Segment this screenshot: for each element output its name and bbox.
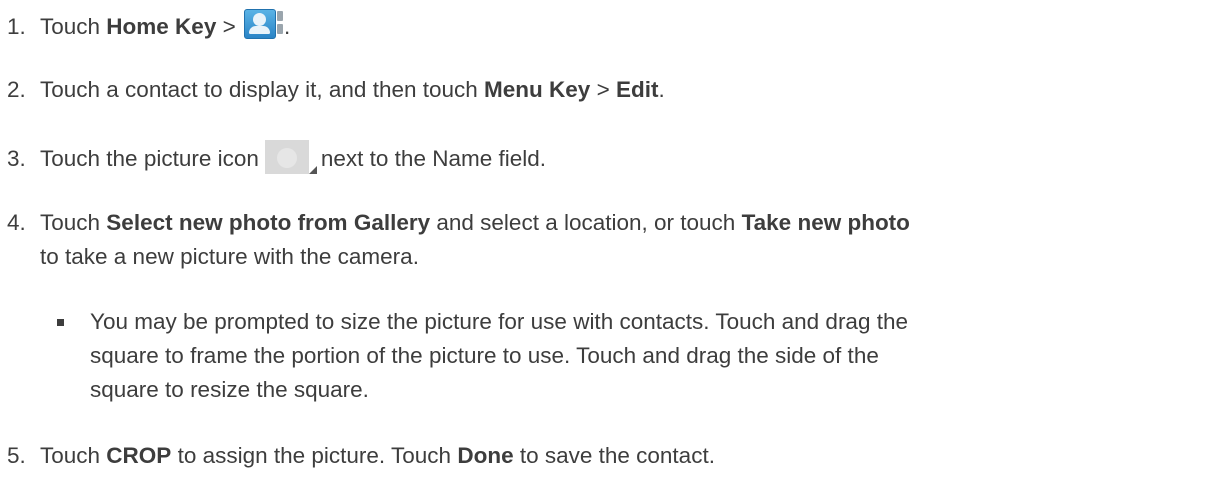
home-key-label: Home Key bbox=[106, 14, 217, 39]
step-number: 2. bbox=[7, 77, 26, 102]
step-text: Touch bbox=[40, 210, 107, 235]
bullet-square-icon bbox=[57, 319, 64, 326]
step-text: . bbox=[658, 77, 665, 102]
crop-label: CROP bbox=[106, 443, 172, 468]
step-number: 3. bbox=[7, 146, 26, 171]
step-number: 1. bbox=[7, 14, 26, 39]
done-label: Done bbox=[457, 443, 514, 468]
step-number: 5. bbox=[7, 443, 26, 468]
bullet-line: square to resize the square. bbox=[90, 377, 369, 402]
take-photo-label: Take new photo bbox=[741, 210, 910, 235]
step-number: 4. bbox=[7, 210, 26, 235]
step-text: > bbox=[590, 77, 616, 102]
instructions-page: 1. Touch Home Key > . 2. Touch a contact t… bbox=[0, 0, 1207, 502]
step-text: Touch a contact to display it, and then … bbox=[40, 77, 485, 102]
step-text: and select a location, or touch bbox=[430, 210, 742, 235]
step-text: to save the contact. bbox=[513, 443, 715, 468]
contact-picture-icon bbox=[264, 140, 317, 174]
edit-label: Edit bbox=[615, 77, 659, 102]
step-5: 5. Touch CROP to assign the picture. Touc… bbox=[7, 439, 1202, 473]
select-gallery-label: Select new photo from Gallery bbox=[106, 210, 431, 235]
step-text: . bbox=[284, 14, 291, 39]
step-text: > bbox=[216, 14, 242, 39]
bullet-line: square to frame the portion of the pictu… bbox=[90, 343, 879, 368]
step-text: Touch bbox=[40, 14, 107, 39]
step-text: to assign the picture. Touch bbox=[171, 443, 458, 468]
step-text: next to the Name field. bbox=[320, 146, 547, 171]
step-2: 2. Touch a contact to display it, and the… bbox=[7, 73, 1202, 107]
bullet-line: You may be prompted to size the picture … bbox=[90, 309, 908, 334]
step-text: Touch bbox=[40, 443, 107, 468]
step-1: 1. Touch Home Key > . bbox=[7, 7, 1202, 44]
step-3: 3. Touch the picture icon next to the Name… bbox=[7, 140, 1202, 176]
contacts-app-icon bbox=[244, 7, 284, 39]
step-4-continued: to take a new picture with the camera. bbox=[40, 244, 419, 269]
menu-key-label: Menu Key bbox=[484, 77, 591, 102]
step-4: 4. Touch Select new photo from Gallery an… bbox=[7, 206, 1202, 240]
step-text: Touch the picture icon bbox=[40, 146, 259, 171]
